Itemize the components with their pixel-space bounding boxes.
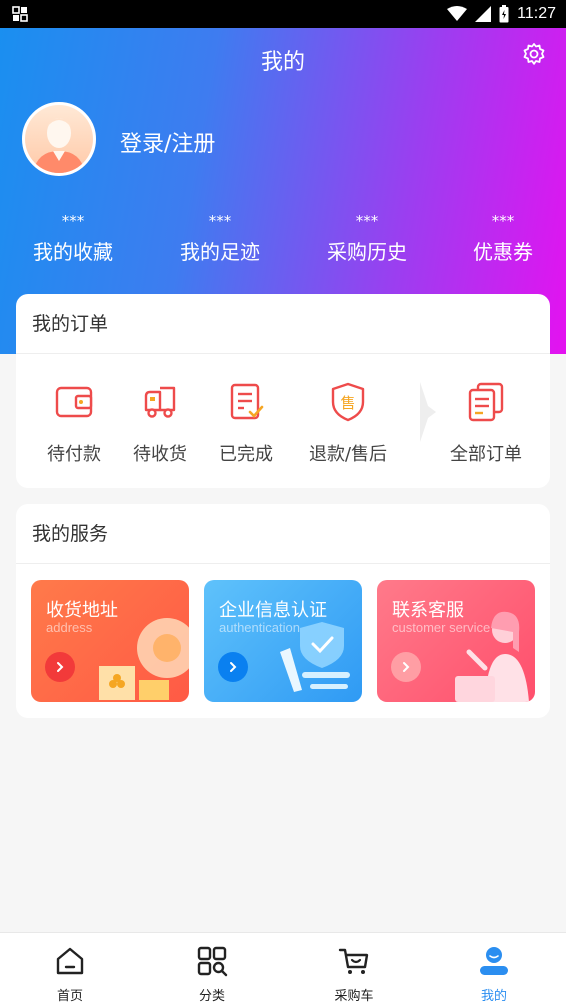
svg-text:售: 售 xyxy=(340,394,355,412)
login-register-link[interactable]: 登录/注册 xyxy=(120,126,215,158)
status-bar: 11:27 xyxy=(0,0,566,28)
truck-icon xyxy=(144,386,176,418)
stat-footprints[interactable]: *** 我的足迹 xyxy=(150,210,290,265)
page-title: 我的 xyxy=(260,50,305,75)
stat-label: 优惠券 xyxy=(473,240,533,264)
services-title: 我的服务 xyxy=(16,504,550,564)
stat-label: 采购历史 xyxy=(327,240,407,264)
service-subtitle: customer service xyxy=(392,620,491,635)
notification-icon xyxy=(12,6,28,22)
stat-favorites[interactable]: *** 我的收藏 xyxy=(3,210,143,265)
stat-value: *** xyxy=(355,212,379,230)
tab-label: 我的 xyxy=(480,989,507,1004)
order-refund-after-sale[interactable]: 售 退款/售后 xyxy=(298,380,398,466)
order-pending-payment[interactable]: 待付款 xyxy=(24,380,124,466)
service-title: 企业信息认证 xyxy=(219,600,327,621)
wallet-icon xyxy=(55,386,93,418)
service-customer-service[interactable]: 联系客服 customer service xyxy=(377,580,535,702)
stat-value: *** xyxy=(208,212,232,230)
profile-icon xyxy=(480,947,508,975)
avatar[interactable] xyxy=(22,102,96,176)
stat-purchase-history[interactable]: *** 采购历史 xyxy=(297,210,437,265)
status-time: 11:27 xyxy=(517,5,556,22)
tab-cart[interactable]: 采购车 xyxy=(314,945,394,1004)
settings-gear-icon[interactable] xyxy=(522,42,546,66)
tab-label: 首页 xyxy=(56,989,83,1004)
tab-label: 分类 xyxy=(198,989,225,1004)
stat-coupons[interactable]: *** 优惠券 xyxy=(433,210,566,265)
after-sale-shield-icon: 售 xyxy=(331,382,365,422)
service-shipping-address[interactable]: 收货地址 address xyxy=(31,580,189,702)
all-orders-icon xyxy=(468,382,504,422)
service-subtitle: authentication xyxy=(219,620,300,635)
completed-doc-icon xyxy=(230,383,264,420)
service-enterprise-authentication[interactable]: 企业信息认证 authentication xyxy=(204,580,362,702)
stats-row: *** 我的收藏 *** 我的足迹 *** 采购历史 *** 优惠券 xyxy=(0,210,566,270)
default-avatar-icon xyxy=(25,105,93,173)
services-card: 我的服务 收货地址 address 企业信息认证 authentication xyxy=(16,504,550,718)
orders-title: 我的订单 xyxy=(16,294,550,354)
chevron-right-icon[interactable] xyxy=(45,652,75,682)
wifi-icon xyxy=(447,6,468,21)
order-label: 退款/售后 xyxy=(308,444,388,465)
signal-icon xyxy=(475,6,492,22)
stat-value: *** xyxy=(61,212,85,230)
service-title: 收货地址 xyxy=(46,600,118,621)
stat-label: 我的足迹 xyxy=(180,240,260,264)
divider-arrow xyxy=(420,382,436,442)
order-label: 待付款 xyxy=(47,444,101,465)
stat-label: 我的收藏 xyxy=(33,240,113,264)
home-icon xyxy=(56,947,84,975)
stat-value: *** xyxy=(491,212,515,230)
battery-icon xyxy=(499,5,509,23)
service-title: 联系客服 xyxy=(392,600,464,621)
order-all-orders[interactable]: 全部订单 xyxy=(436,380,536,466)
order-label: 已完成 xyxy=(219,444,273,465)
category-icon xyxy=(197,946,228,977)
tab-home[interactable]: 首页 xyxy=(30,945,110,1004)
order-label: 全部订单 xyxy=(450,444,522,465)
order-pending-receipt[interactable]: 待收货 xyxy=(110,380,210,466)
chevron-right-icon[interactable] xyxy=(391,652,421,682)
tab-label: 采购车 xyxy=(334,989,374,1004)
service-subtitle: address xyxy=(46,620,93,635)
cart-icon xyxy=(338,948,369,974)
bottom-tab-bar: 首页 分类 采购车 我的 xyxy=(0,932,566,1006)
orders-card: 我的订单 待付款 待收货 已完成 售 退款/售后 全部订单 xyxy=(16,294,550,488)
order-label: 待收货 xyxy=(133,444,187,465)
tab-profile[interactable]: 我的 xyxy=(454,945,534,1004)
chevron-right-icon[interactable] xyxy=(218,652,248,682)
order-completed[interactable]: 已完成 xyxy=(196,380,296,466)
tab-category[interactable]: 分类 xyxy=(172,945,252,1004)
